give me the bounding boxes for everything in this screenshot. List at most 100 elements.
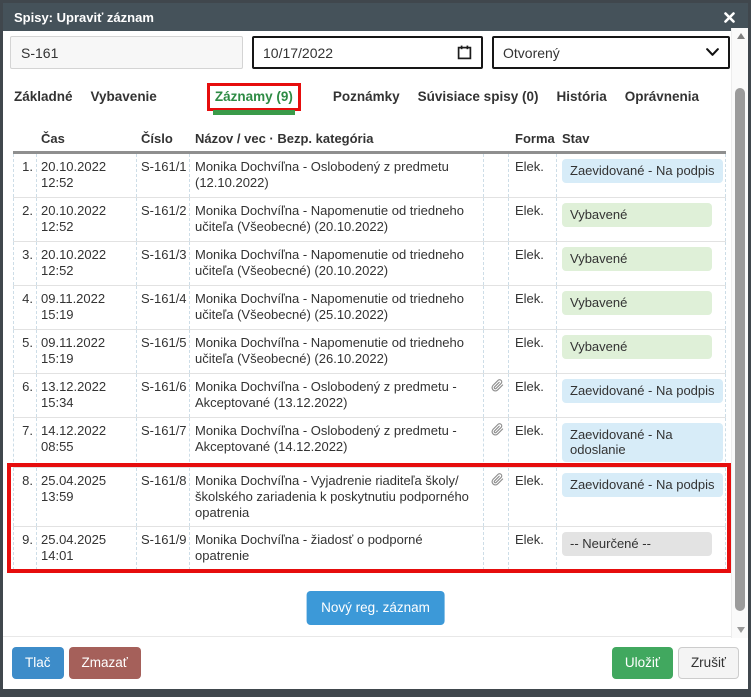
row-number: S-161/6 xyxy=(136,374,189,417)
row-datetime: 09.11.202215:19 xyxy=(36,330,136,373)
status-badge: Vybavené xyxy=(562,291,712,315)
row-date: 20.10.2022 xyxy=(41,159,136,175)
delete-button[interactable]: Zmazať xyxy=(69,647,141,679)
table-row[interactable]: 4.09.11.202215:19S-161/4Monika Dochvíľna… xyxy=(13,286,726,330)
header-time: Čas xyxy=(36,127,136,151)
row-number: S-161/5 xyxy=(136,330,189,373)
annotation-highlight-rows: 8.25.04.202513:59S-161/8Monika Dochvíľna… xyxy=(13,468,726,571)
row-datetime: 25.04.202514:01 xyxy=(36,527,136,570)
row-number: S-161/4 xyxy=(136,286,189,329)
tab-z-kladn[interactable]: Základné xyxy=(14,89,73,104)
table-row[interactable]: 8.25.04.202513:59S-161/8Monika Dochvíľna… xyxy=(13,468,726,527)
row-title: Monika Dochvíľna - Napomenutie od triedn… xyxy=(189,242,483,285)
row-form: Elek. xyxy=(508,330,556,373)
row-datetime: 20.10.202212:52 xyxy=(36,154,136,197)
status-badge: Zaevidované - Na podpis xyxy=(562,379,723,403)
row-attachment xyxy=(483,242,508,285)
status-badge: -- Neurčené -- xyxy=(562,532,712,556)
row-datetime: 09.11.202215:19 xyxy=(36,286,136,329)
row-attachment xyxy=(483,198,508,241)
cancel-button[interactable]: Zrušiť xyxy=(678,647,739,679)
row-title: Monika Dochvíľna - Napomenutie od triedn… xyxy=(189,286,483,329)
calendar-icon xyxy=(457,45,472,60)
row-number: S-161/7 xyxy=(136,418,189,467)
paperclip-icon xyxy=(491,423,504,436)
date-input[interactable]: 10/17/2022 xyxy=(252,36,483,69)
row-time: 14:01 xyxy=(41,548,136,564)
paperclip-icon xyxy=(491,379,504,392)
tab-hist-ria[interactable]: História xyxy=(556,89,606,104)
scroll-down-button[interactable] xyxy=(732,622,748,638)
new-record-button[interactable]: Nový reg. záznam xyxy=(306,591,445,625)
tab-pozn-mky[interactable]: Poznámky xyxy=(333,89,400,104)
triangle-down-icon xyxy=(737,627,745,633)
row-datetime: 20.10.202212:52 xyxy=(36,198,136,241)
row-status: Zaevidované - Na odoslanie xyxy=(556,418,726,467)
status-badge: Zaevidované - Na podpis xyxy=(562,473,723,497)
row-form: Elek. xyxy=(508,242,556,285)
row-time: 15:34 xyxy=(41,395,136,411)
row-title: Monika Dochvíľna - Oslobodený z predmetu… xyxy=(189,154,483,197)
row-attachment[interactable] xyxy=(483,374,508,417)
row-time: 12:52 xyxy=(41,175,136,191)
row-form: Elek. xyxy=(508,418,556,467)
status-select[interactable]: Otvorený xyxy=(492,36,730,69)
vertical-scrollbar xyxy=(731,28,748,638)
row-date: 20.10.2022 xyxy=(41,203,136,219)
row-status: Vybavené xyxy=(556,330,726,373)
triangle-up-icon xyxy=(737,33,745,39)
row-form: Elek. xyxy=(508,286,556,329)
row-status: -- Neurčené -- xyxy=(556,527,726,570)
close-button[interactable] xyxy=(722,10,737,25)
table-row[interactable]: 3.20.10.202212:52S-161/3Monika Dochvíľna… xyxy=(13,242,726,286)
save-button[interactable]: Uložiť xyxy=(612,647,673,679)
tab-s-visiace-spisy-0[interactable]: Súvisiace spisy (0) xyxy=(418,89,539,104)
status-badge: Vybavené xyxy=(562,203,712,227)
row-time: 15:19 xyxy=(41,351,136,367)
table-row[interactable]: 2.20.10.202212:52S-161/2Monika Dochvíľna… xyxy=(13,198,726,242)
row-number: S-161/1 xyxy=(136,154,189,197)
records-table: Čas Číslo Názov / vec · Bezp. kategória … xyxy=(13,127,726,571)
header-form: Forma xyxy=(508,127,556,151)
row-attachment[interactable] xyxy=(483,468,508,526)
table-row[interactable]: 6.13.12.202215:34S-161/6Monika Dochvíľna… xyxy=(13,374,726,418)
row-title: Monika Dochvíľna - Oslobodený z predmetu… xyxy=(189,418,483,467)
row-title: Monika Dochvíľna - Vyjadrenie riaditeľa … xyxy=(189,468,483,526)
row-form: Elek. xyxy=(508,154,556,197)
row-attachment[interactable] xyxy=(483,418,508,467)
table-row[interactable]: 9.25.04.202514:01S-161/9Monika Dochvíľna… xyxy=(13,527,726,571)
dialog-footer: Tlač Zmazať Uložiť Zrušiť xyxy=(3,636,748,689)
table-row[interactable]: 1.20.10.202212:52S-161/1Monika Dochvíľna… xyxy=(13,154,726,198)
row-time: 08:55 xyxy=(41,439,136,455)
header-title: Názov / vec · Bezp. kategória xyxy=(189,127,483,151)
row-index: 9. xyxy=(13,527,36,570)
table-row[interactable]: 5.09.11.202215:19S-161/5Monika Dochvíľna… xyxy=(13,330,726,374)
table-row[interactable]: 7.14.12.202208:55S-161/7Monika Dochvíľna… xyxy=(13,418,726,468)
status-badge: Zaevidované - Na podpis xyxy=(562,159,723,183)
row-attachment xyxy=(483,330,508,373)
tabs: Základné Vybavenie Záznamy (9) Poznámky Súvi… xyxy=(14,89,717,104)
row-date: 13.12.2022 xyxy=(41,379,136,395)
row-number: S-161/9 xyxy=(136,527,189,570)
row-datetime: 20.10.202212:52 xyxy=(36,242,136,285)
row-index: 2. xyxy=(13,198,36,241)
row-date: 09.11.2022 xyxy=(41,335,136,351)
row-index: 1. xyxy=(13,154,36,197)
row-status: Zaevidované - Na podpis xyxy=(556,374,726,417)
row-number: S-161/3 xyxy=(136,242,189,285)
scroll-up-button[interactable] xyxy=(732,28,748,44)
file-number-input[interactable] xyxy=(10,36,243,69)
row-time: 13:59 xyxy=(41,489,136,505)
table-header-row: Čas Číslo Názov / vec · Bezp. kategória … xyxy=(13,127,726,154)
print-button[interactable]: Tlač xyxy=(12,647,64,679)
header-attachment xyxy=(483,127,508,151)
tab-z-znamy-9[interactable]: Záznamy (9) xyxy=(215,89,293,104)
header-number: Číslo xyxy=(136,127,189,151)
scrollbar-thumb[interactable] xyxy=(735,88,745,611)
row-time: 12:52 xyxy=(41,219,136,235)
tab-opr-vnenia[interactable]: Oprávnenia xyxy=(625,89,699,104)
row-attachment xyxy=(483,286,508,329)
row-number: S-161/8 xyxy=(136,468,189,526)
tab-vybavenie[interactable]: Vybavenie xyxy=(91,89,157,104)
row-title: Monika Dochvíľna - žiadosť o podporné op… xyxy=(189,527,483,570)
